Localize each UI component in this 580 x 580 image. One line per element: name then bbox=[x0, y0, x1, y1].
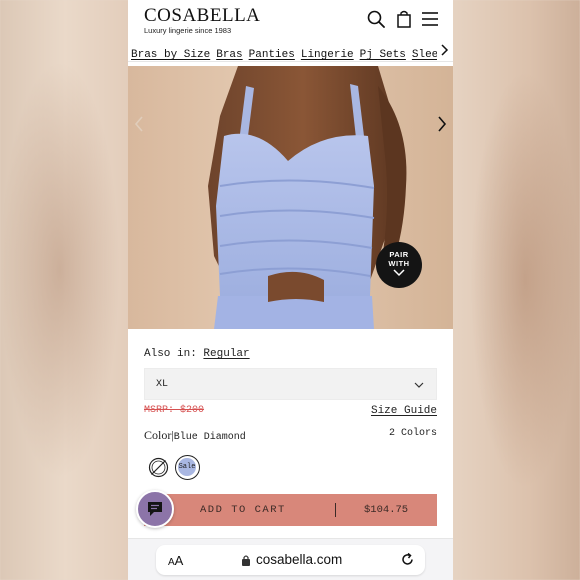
address-bar[interactable]: AA cosabella.com bbox=[156, 545, 425, 575]
reload-icon[interactable] bbox=[400, 552, 415, 567]
add-to-cart-label: ADD TO CART bbox=[200, 504, 286, 516]
url-text: cosabella.com bbox=[256, 552, 343, 567]
phone-screen: COSABELLA Luxury lingerie since 1983 Bra… bbox=[128, 0, 453, 580]
product-image[interactable]: PAIR WITH bbox=[128, 66, 453, 329]
brand-name: COSABELLA bbox=[144, 5, 261, 26]
color-swatch-blue-diamond[interactable]: Sale bbox=[175, 455, 200, 480]
pair-with-button[interactable]: PAIR WITH bbox=[376, 242, 422, 288]
nav-item-pj-sets[interactable]: Pj Sets bbox=[360, 49, 406, 61]
nav-item-bras-by-size[interactable]: Bras by Size bbox=[131, 49, 210, 61]
nav-item-sleepwear[interactable]: Sleepw bbox=[412, 49, 437, 61]
shopping-bag-icon[interactable] bbox=[394, 9, 414, 29]
sale-price: $104.75 bbox=[364, 504, 409, 516]
add-to-cart-button[interactable]: ADD TO CART $104.75 bbox=[144, 494, 437, 526]
color-count: 2 Colors bbox=[388, 428, 437, 439]
site-header: COSABELLA Luxury lingerie since 1983 bbox=[128, 0, 453, 40]
size-select[interactable]: XL bbox=[144, 368, 437, 400]
brand-tagline: Luxury lingerie since 1983 bbox=[144, 26, 232, 35]
category-nav: Bras by Size Bras Panties Lingerie Pj Sets Sl… bbox=[128, 40, 453, 62]
next-image-arrow-icon[interactable] bbox=[435, 114, 449, 134]
text-size-small-a: A bbox=[168, 557, 175, 568]
color-label: Color bbox=[144, 428, 172, 442]
chevron-down-icon bbox=[393, 269, 405, 277]
hamburger-menu-icon[interactable] bbox=[420, 9, 440, 29]
also-in-regular-link[interactable]: Regular bbox=[203, 348, 249, 360]
background-blur-figure bbox=[470, 70, 580, 490]
unavailable-swatch-icon[interactable] bbox=[148, 457, 169, 478]
color-value: Blue Diamond bbox=[173, 432, 246, 443]
size-guide-link[interactable]: Size Guide bbox=[371, 405, 437, 417]
background-blur-figure bbox=[0, 60, 120, 480]
previous-image-arrow-icon[interactable] bbox=[132, 114, 146, 134]
category-nav-items: Bras by Size Bras Panties Lingerie Pj Sets Sl… bbox=[131, 44, 437, 62]
text-size-large-a: A bbox=[174, 553, 184, 568]
color-row: Color|Blue Diamond bbox=[144, 428, 246, 443]
nav-item-lingerie[interactable]: Lingerie bbox=[301, 49, 354, 61]
sale-swatch-label: Sale bbox=[178, 458, 196, 476]
chevron-right-icon[interactable] bbox=[439, 43, 449, 57]
search-icon[interactable] bbox=[366, 9, 386, 29]
lock-icon bbox=[242, 555, 250, 566]
reader-text-size-button[interactable]: AA bbox=[168, 553, 183, 568]
also-in-label: Also in: bbox=[144, 348, 197, 360]
size-selected-value: XL bbox=[156, 379, 169, 390]
browser-toolbar: AA cosabella.com bbox=[128, 538, 453, 580]
msrp-price: MSRP: $200 bbox=[144, 405, 205, 416]
also-in-row: Also in: Regular bbox=[144, 348, 250, 360]
chat-bubble-icon bbox=[148, 502, 162, 516]
button-divider bbox=[335, 503, 336, 517]
brand-logo[interactable]: COSABELLA Luxury lingerie since 1983 bbox=[144, 6, 260, 35]
pair-with-label: PAIR WITH bbox=[388, 250, 410, 268]
model-illustration bbox=[208, 66, 407, 329]
nav-item-bras[interactable]: Bras bbox=[216, 49, 242, 61]
nav-item-panties[interactable]: Panties bbox=[249, 49, 295, 61]
chevron-down-icon bbox=[414, 382, 424, 388]
chat-button[interactable] bbox=[136, 490, 174, 528]
